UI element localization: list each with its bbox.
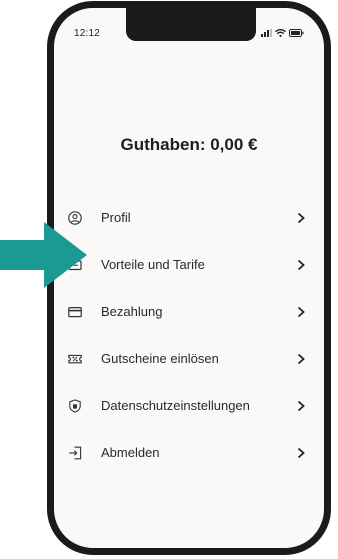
phone-frame: 12:12 Guthaben: 0,00 € Profil Vorteile u… [47, 1, 331, 555]
status-time: 12:12 [74, 28, 101, 39]
highlight-arrow-icon [0, 222, 87, 288]
logout-icon [68, 446, 82, 460]
menu-item-label: Datenschutzeinstellungen [101, 398, 250, 413]
wifi-icon [275, 29, 286, 37]
menu-item-label: Vorteile und Tarife [101, 257, 205, 272]
account-menu: Profil Vorteile und Tarife Bezahlung Gut… [54, 194, 324, 476]
menu-item-abmelden[interactable]: Abmelden [54, 429, 324, 476]
chevron-right-icon [296, 259, 306, 271]
menu-item-gutscheine-einloesen[interactable]: Gutscheine einlösen [54, 335, 324, 382]
menu-item-label: Bezahlung [101, 304, 163, 319]
menu-item-label: Abmelden [101, 445, 160, 460]
chevron-right-icon [296, 212, 306, 224]
menu-item-label: Profil [101, 210, 131, 225]
menu-item-vorteile-und-tarife[interactable]: Vorteile und Tarife [54, 241, 324, 288]
chevron-right-icon [296, 306, 306, 318]
balance-heading: Guthaben: 0,00 € [120, 135, 258, 154]
menu-item-bezahlung[interactable]: Bezahlung [54, 288, 324, 335]
chevron-right-icon [296, 447, 306, 459]
signal-icon [261, 29, 272, 37]
menu-item-datenschutzeinstellungen[interactable]: Datenschutzeinstellungen [54, 382, 324, 429]
shield-icon [68, 398, 82, 413]
voucher-percent-icon [68, 352, 82, 366]
credit-card-icon [68, 305, 82, 319]
battery-icon [289, 29, 304, 37]
menu-item-label: Gutscheine einlösen [101, 351, 219, 366]
status-icons [261, 29, 304, 37]
chevron-right-icon [296, 400, 306, 412]
chevron-right-icon [296, 353, 306, 365]
menu-item-profil[interactable]: Profil [54, 194, 324, 241]
phone-notch [126, 8, 256, 41]
screenshot-stage: 12:12 Guthaben: 0,00 € Profil Vorteile u… [0, 0, 338, 559]
